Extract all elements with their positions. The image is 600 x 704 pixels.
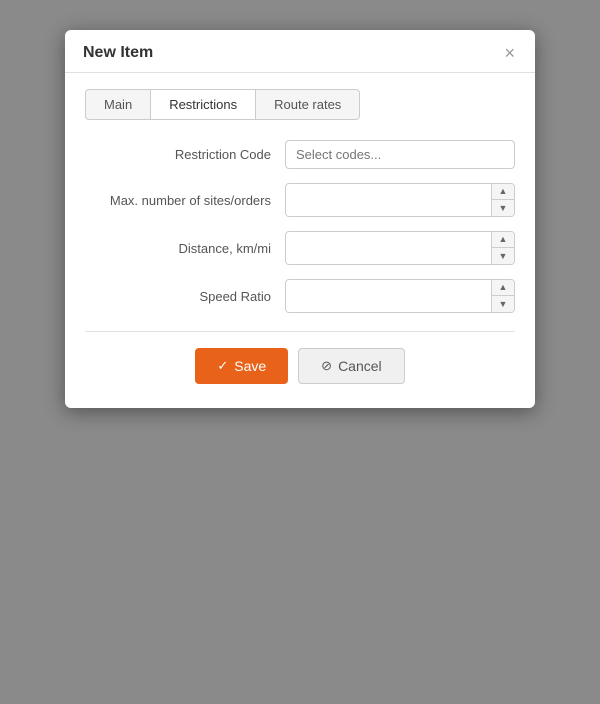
save-label: Save	[234, 358, 266, 374]
max-sites-label: Max. number of sites/orders	[85, 193, 285, 208]
max-sites-input[interactable]: Routing settings: 30	[286, 184, 491, 216]
cancel-label: Cancel	[338, 358, 382, 374]
distance-up-button[interactable]: ▲	[492, 232, 514, 248]
restriction-code-label: Restriction Code	[85, 147, 285, 162]
speed-ratio-label: Speed Ratio	[85, 289, 285, 304]
restriction-code-row: Restriction Code	[85, 140, 515, 169]
speed-ratio-input[interactable]: Default: 1	[286, 280, 491, 312]
speed-ratio-spinner: Default: 1 ▲ ▼	[285, 279, 515, 313]
distance-spinner-buttons: ▲ ▼	[491, 232, 514, 264]
restriction-code-input[interactable]	[285, 140, 515, 169]
distance-row: Distance, km/mi Routing settings: 800 ▲ …	[85, 231, 515, 265]
distance-input[interactable]: Routing settings: 800	[286, 232, 491, 264]
distance-spinner: Routing settings: 800 ▲ ▼	[285, 231, 515, 265]
max-sites-up-button[interactable]: ▲	[492, 184, 514, 200]
distance-down-button[interactable]: ▼	[492, 248, 514, 264]
close-button[interactable]: ×	[502, 44, 517, 62]
max-sites-row: Max. number of sites/orders Routing sett…	[85, 183, 515, 217]
max-sites-spinner-buttons: ▲ ▼	[491, 184, 514, 216]
distance-wrap: Routing settings: 800 ▲ ▼	[285, 231, 515, 265]
tab-route-rates[interactable]: Route rates	[256, 89, 360, 120]
tab-restrictions[interactable]: Restrictions	[151, 89, 256, 120]
modal-body: Main Restrictions Route rates Restrictio…	[65, 73, 535, 408]
restriction-code-wrap	[285, 140, 515, 169]
save-button[interactable]: ✓ Save	[195, 348, 288, 384]
speed-ratio-down-button[interactable]: ▼	[492, 296, 514, 312]
max-sites-down-button[interactable]: ▼	[492, 200, 514, 216]
speed-ratio-wrap: Default: 1 ▲ ▼	[285, 279, 515, 313]
form-divider	[85, 331, 515, 332]
speed-ratio-spinner-buttons: ▲ ▼	[491, 280, 514, 312]
max-sites-wrap: Routing settings: 30 ▲ ▼	[285, 183, 515, 217]
tabs-container: Main Restrictions Route rates	[85, 89, 515, 120]
speed-ratio-row: Speed Ratio Default: 1 ▲ ▼	[85, 279, 515, 313]
new-item-modal: New Item × Main Restrictions Route rates…	[65, 30, 535, 408]
modal-title: New Item	[83, 44, 153, 62]
modal-header: New Item ×	[65, 30, 535, 73]
speed-ratio-up-button[interactable]: ▲	[492, 280, 514, 296]
cancel-button[interactable]: ⊘ Cancel	[298, 348, 405, 384]
ban-icon: ⊘	[321, 358, 332, 374]
tab-main[interactable]: Main	[85, 89, 151, 120]
checkmark-icon: ✓	[217, 358, 228, 374]
max-sites-spinner: Routing settings: 30 ▲ ▼	[285, 183, 515, 217]
modal-footer: ✓ Save ⊘ Cancel	[85, 348, 515, 388]
distance-label: Distance, km/mi	[85, 241, 285, 256]
